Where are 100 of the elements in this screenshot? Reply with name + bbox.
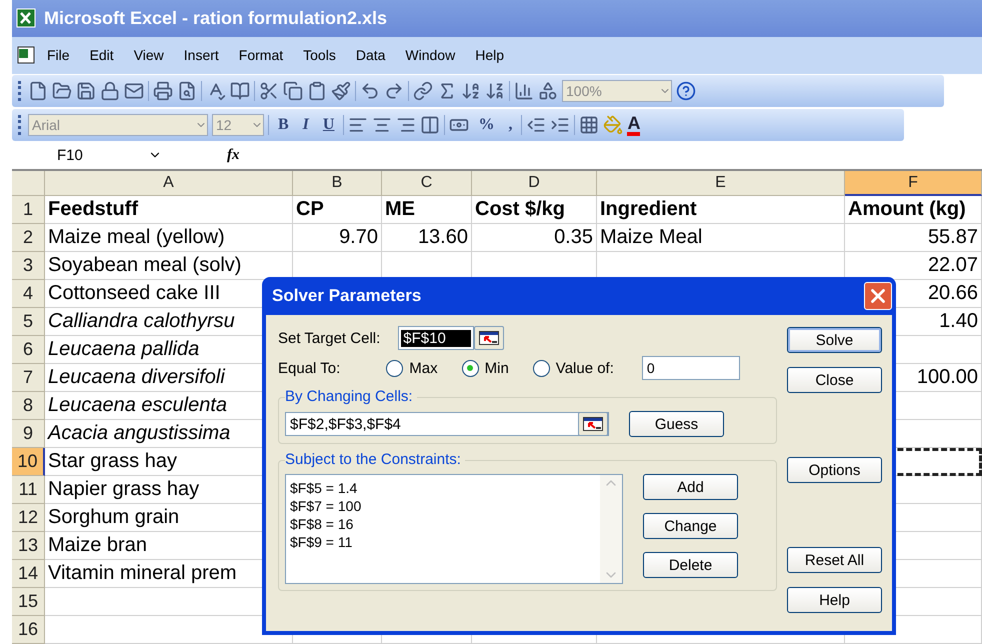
table-cell: Star grass hay (48, 450, 177, 473)
menu-item[interactable]: File (38, 44, 79, 66)
radio-option[interactable]: Max (386, 360, 438, 376)
print-icon[interactable] (153, 80, 173, 101)
changing-cells-field[interactable]: $F$2,$F$3,$F$4 (285, 412, 609, 436)
bold-button[interactable]: B (273, 116, 294, 134)
underline-button[interactable]: U (318, 116, 340, 134)
column-header[interactable]: F (845, 171, 982, 196)
lock-icon[interactable] (100, 80, 120, 101)
cut-icon[interactable] (259, 80, 279, 101)
menu-item[interactable]: Format (230, 44, 292, 66)
italic-button[interactable]: I (298, 116, 314, 134)
radio-button[interactable] (532, 360, 550, 376)
row-header[interactable]: 1 (12, 196, 45, 224)
constraints-list[interactable]: $F$5 = 1.4 $F$7 = 100 $F$8 = 16 $F$9 = 11 (285, 474, 623, 584)
print-preview-icon[interactable] (177, 80, 197, 101)
guess-button[interactable]: Guess (629, 411, 724, 437)
range-select-button[interactable] (474, 326, 504, 350)
menu-item[interactable]: Help (466, 44, 513, 66)
shapes-icon[interactable] (538, 80, 558, 101)
list-item[interactable]: $F$9 = 11 (290, 533, 596, 551)
dialog-title: Solver Parameters (272, 286, 422, 306)
row-header[interactable]: 9 (12, 420, 45, 448)
dialog-button[interactable]: Help (787, 587, 882, 613)
row-header[interactable]: 3 (12, 252, 45, 280)
row-header[interactable]: 14 (12, 560, 45, 588)
paste-icon[interactable] (307, 80, 327, 101)
close-button[interactable] (864, 282, 892, 310)
chart-icon[interactable] (514, 80, 534, 101)
value-field[interactable]: 0 (642, 356, 740, 380)
comma-button[interactable]: , (503, 116, 518, 134)
book-icon[interactable] (230, 80, 250, 101)
redo-icon[interactable] (384, 80, 404, 101)
range-select-button[interactable] (578, 412, 608, 436)
merge-cells-icon[interactable] (420, 114, 440, 135)
column-header[interactable]: C (382, 171, 472, 196)
row-header[interactable]: 12 (12, 504, 45, 532)
table-cell: Maize Meal (600, 226, 702, 249)
row-header[interactable]: 15 (12, 588, 45, 616)
row-header[interactable]: 16 (12, 616, 45, 644)
row-header[interactable]: 2 (12, 224, 45, 252)
dialog-button[interactable]: Reset All (787, 547, 882, 573)
menu-item[interactable]: Data (346, 44, 394, 66)
row-header[interactable]: 6 (12, 336, 45, 364)
dialog-button[interactable]: Change (643, 513, 738, 539)
column-header[interactable]: B (293, 171, 382, 196)
radio-button[interactable] (386, 360, 404, 376)
borders-icon[interactable] (579, 114, 600, 135)
row-header[interactable]: 4 (12, 280, 45, 308)
mail-icon[interactable] (124, 80, 144, 101)
font-color-button[interactable]: A (627, 114, 640, 136)
dialog-button[interactable]: Delete (643, 552, 738, 578)
menu-item[interactable]: Insert (174, 44, 228, 66)
table-cell: Feedstuff (48, 198, 138, 221)
open-folder-icon[interactable] (52, 80, 72, 101)
table-cell: Ingredient (600, 198, 697, 221)
dialog-button[interactable]: Add (643, 474, 738, 500)
table-cell: 0.35 (554, 226, 593, 249)
dialog-button[interactable]: Close (787, 367, 882, 393)
menu-item[interactable]: View (124, 44, 173, 66)
row-header[interactable]: 10 (12, 448, 45, 476)
format-painter-icon[interactable] (331, 80, 351, 101)
target-cell-field[interactable]: $F$10 (398, 326, 474, 350)
group-label: Subject to the Constraints: (285, 451, 461, 468)
copy-icon[interactable] (283, 80, 303, 101)
menu-item[interactable]: Tools (294, 44, 345, 66)
new-file-icon[interactable] (28, 80, 48, 101)
menu-item[interactable]: Edit (80, 44, 123, 66)
radio-option[interactable]: Value of: (532, 360, 614, 376)
row-header[interactable]: 11 (12, 476, 45, 504)
sort-descending-icon[interactable] (485, 80, 505, 101)
menu-item[interactable]: Window (396, 44, 464, 66)
range-select-icon (583, 417, 603, 431)
table-cell: 1.40 (939, 310, 978, 333)
list-item[interactable]: $F$8 = 16 (290, 515, 596, 533)
spreadsheet-doc-icon[interactable] (16, 45, 36, 66)
percent-button[interactable]: % (473, 116, 500, 134)
list-item[interactable]: $F$7 = 100 (290, 497, 596, 515)
save-icon[interactable] (76, 80, 96, 101)
row-header[interactable]: 7 (12, 364, 45, 392)
table-cell: CP (296, 198, 324, 221)
radio-button[interactable] (462, 360, 479, 376)
row-header[interactable]: 13 (12, 532, 45, 560)
radio-option[interactable]: Min (462, 360, 509, 376)
list-item[interactable]: $F$5 = 1.4 (290, 479, 596, 497)
function-button[interactable]: fx (227, 146, 240, 164)
column-header[interactable]: D (472, 171, 597, 196)
link-icon[interactable] (413, 80, 433, 101)
help-icon[interactable] (676, 80, 696, 101)
sort-ascending-icon[interactable] (461, 80, 481, 101)
table-cell: Maize bran (48, 534, 147, 557)
row-header[interactable]: 5 (12, 308, 45, 336)
name-box[interactable]: F10 (12, 144, 172, 166)
fill-color-icon[interactable] (603, 114, 624, 135)
dialog-button[interactable]: Options (787, 457, 882, 483)
column-header[interactable]: A (45, 171, 293, 196)
column-header[interactable]: E (597, 171, 845, 196)
row-header[interactable]: 8 (12, 392, 45, 420)
dialog-button[interactable]: Solve (787, 327, 882, 353)
undo-icon[interactable] (360, 80, 380, 101)
